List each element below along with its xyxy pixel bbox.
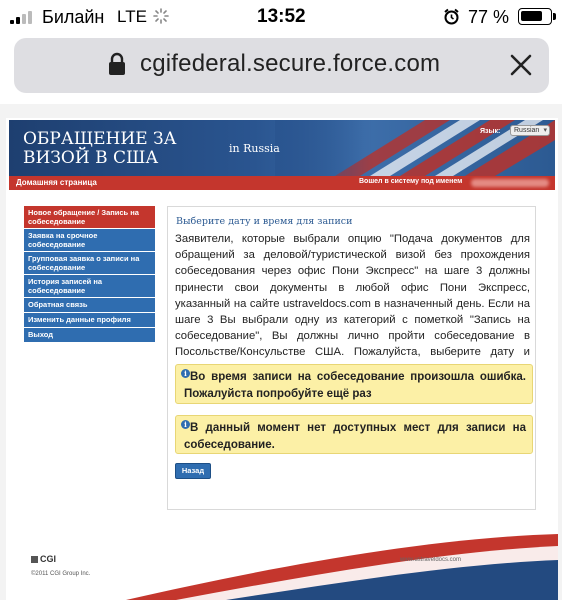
sidebar-item-new-appointment[interactable]: Новое обращение / Запись на собеседовани… — [24, 206, 155, 228]
top-nav: Домашняя страница Вошел в систему под им… — [9, 176, 555, 190]
page-frame: ОБРАЩЕНИЕ ЗА ВИЗОЙ В США in Russia Язык:… — [6, 118, 558, 528]
info-icon: i — [181, 420, 190, 429]
header-banner: ОБРАЩЕНИЕ ЗА ВИЗОЙ В США in Russia Язык:… — [9, 120, 555, 176]
status-bar: Билайн LTE 13:52 77 % — [0, 0, 562, 34]
signal-icon — [10, 11, 34, 24]
battery-percent: 77 % — [468, 7, 510, 27]
info-icon: i — [181, 369, 190, 378]
country-label: in Russia — [229, 142, 280, 155]
sidebar-item-logout[interactable]: Выход — [24, 328, 155, 342]
username-redacted — [471, 179, 549, 187]
sidebar-item-edit-profile[interactable]: Изменить данные профиля — [24, 313, 155, 327]
sidebar-item-history[interactable]: История записей на собеседование — [24, 275, 155, 297]
battery-icon — [518, 8, 552, 25]
network-type: LTE — [117, 7, 147, 26]
sidebar-item-urgent-appointment[interactable]: Заявка на срочное собеседование — [24, 229, 155, 251]
carrier-name: Билайн — [42, 7, 105, 27]
error-alert-text: Во время записи на собеседование произош… — [184, 371, 526, 400]
page-footer: CGI ©2011 CGI Group Inc. www.ustraveldoc… — [6, 528, 558, 600]
close-icon[interactable] — [509, 53, 533, 77]
content-panel: Выберите дату и время для записи Заявите… — [167, 206, 536, 510]
web-page: ОБРАЩЕНИЕ ЗА ВИЗОЙ В США in Russia Язык:… — [0, 104, 562, 600]
sidebar-item-group-appointment[interactable]: Групповая заявка о записи на собеседован… — [24, 252, 155, 274]
cgi-logo: CGI — [31, 554, 56, 564]
page-title: ОБРАЩЕНИЕ ЗА ВИЗОЙ В США — [23, 129, 177, 168]
sidebar-menu: Новое обращение / Запись на собеседовани… — [24, 206, 155, 343]
address-bar[interactable]: cgifederal.secure.force.com — [14, 38, 549, 93]
activity-spinner-icon — [153, 8, 169, 24]
clock: 13:52 — [257, 6, 306, 27]
alarm-icon — [444, 8, 459, 25]
section-title: Выберите дату и время для записи — [176, 216, 353, 227]
lock-icon — [109, 52, 125, 75]
instructions-text: Заявители, которые выбрали опцию "Подача… — [175, 233, 530, 375]
home-link[interactable]: Домашняя страница — [16, 178, 97, 187]
language-label: Язык: — [480, 128, 501, 135]
footer-swoosh-graphic — [126, 534, 558, 600]
logged-in-label: Вошел в систему под именем — [359, 178, 463, 185]
error-alert: i Во время записи на собеседование произ… — [175, 364, 533, 404]
back-button[interactable]: Назад — [175, 463, 211, 479]
no-slots-alert-text: В данный момент нет доступных мест для з… — [184, 422, 526, 451]
language-select[interactable]: Russian — [510, 125, 550, 136]
sidebar-item-feedback[interactable]: Обратная связь — [24, 298, 155, 312]
footer-url[interactable]: www.ustraveldocs.com — [400, 557, 461, 563]
battery-cap — [553, 13, 556, 20]
copyright-text: ©2011 CGI Group Inc. — [31, 571, 91, 577]
url-text[interactable]: cgifederal.secure.force.com — [140, 50, 440, 78]
no-slots-alert: i В данный момент нет доступных мест для… — [175, 415, 533, 454]
